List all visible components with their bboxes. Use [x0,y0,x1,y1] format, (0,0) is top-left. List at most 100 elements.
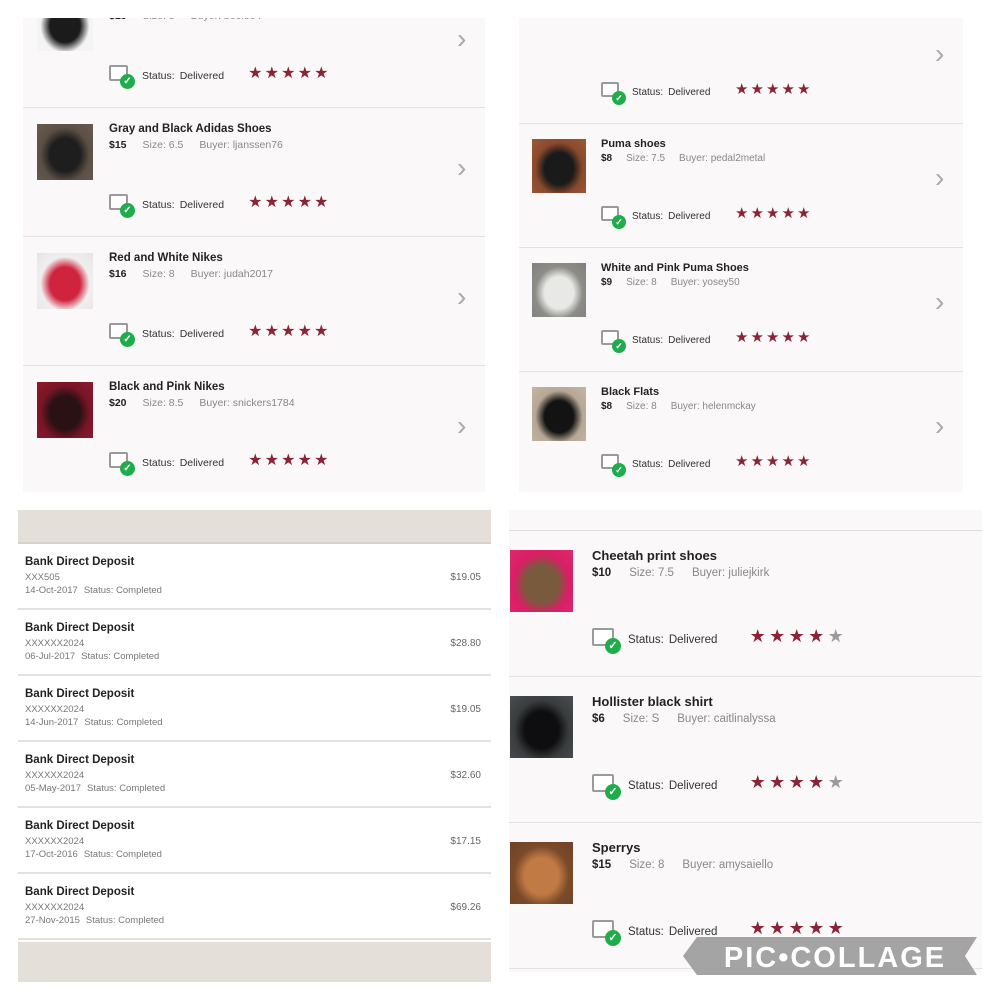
deposit-title: Bank Direct Deposit [25,622,135,634]
star-filled-icon: ★ [788,772,805,792]
star-filled-icon: ★ [808,772,825,792]
sale-item[interactable]: Red and White Nikes $16 Size: 8 Buyer: juda… [23,237,485,366]
deposit-row[interactable]: Bank Direct Deposit XXX505 14-Oct-2017 Stat… [18,544,491,610]
item-size: 6.5 [168,139,184,151]
chevron-right-icon[interactable]: › [935,410,944,442]
item-photo [510,842,573,904]
package-delivered-icon: ✓ [592,628,621,654]
package-delivered-icon: ✓ [592,774,621,800]
star-filled-icon: ★ [781,81,795,98]
item-title: Puma shoes [601,138,666,150]
chevron-right-icon[interactable]: › [935,286,944,318]
deposit-meta: 14-Oct-2017 Status: Completed [25,585,162,596]
status-label: Status: [142,328,175,340]
item-buyer[interactable]: helenmckay [702,401,755,412]
chevron-right-icon[interactable]: › [457,410,466,442]
item-details: $9 Size: 8 Buyer: yosey50 [601,277,740,288]
deposit-row[interactable]: Bank Direct Deposit XXXXXX2024 27-Nov-2015… [18,874,491,940]
delivery-status: ✓ Status: Delivered [592,628,717,654]
rating-stars: ★ ★ ★ ★ ★ [748,772,846,793]
item-buyer[interactable]: yosey50 [702,277,739,288]
chevron-right-icon[interactable]: › [457,281,466,313]
sales-panel-top-right: ✓ Status: Delivered ★ ★ ★ ★ ★ › Puma shoes $8 Size:… [519,18,963,492]
star-filled-icon: ★ [297,323,312,340]
item-details: $8 Size: 8 Buyer: helenmckay [601,401,756,412]
sale-item[interactable]: Cheetah print shoes $10 Size: 7.5 Buyer: ju… [509,531,982,677]
buyer-label: Buyer: [682,859,716,871]
sale-item[interactable]: White and Pink Puma Shoes $9 Size: 8 Buyer:… [519,248,963,372]
sale-item[interactable]: $15 Size: 8 Buyer: booloo4 ✓ Status: Delivere… [23,18,485,108]
star-filled-icon: ★ [750,329,764,346]
sale-item[interactable]: Gray and Black Adidas Shoes $15 Size: 6.5 B… [23,108,485,237]
size-label: Size: [142,139,166,151]
star-empty-icon: ★ [827,772,844,792]
deposit-amount: $19.05 [450,572,481,583]
star-filled-icon: ★ [248,323,263,340]
item-details: $15 Size: 6.5 Buyer: ljanssen76 [109,139,283,151]
item-buyer[interactable]: booloo4 [224,18,261,22]
sale-item[interactable]: Puma shoes $8 Size: 7.5 Buyer: pedal2metal ✓… [519,124,963,248]
item-buyer[interactable]: amysaiello [719,859,773,871]
deposit-row[interactable]: Bank Direct Deposit XXXXXX2024 05-May-2017… [18,742,491,808]
item-buyer[interactable]: juliejkirk [728,567,769,579]
chevron-right-icon[interactable]: › [457,152,466,184]
deposit-status: Status: Completed [84,717,163,728]
sale-item[interactable]: Black and Pink Nikes $20 Size: 8.5 Buyer: s… [23,366,485,492]
item-price: $9 [601,277,613,288]
star-filled-icon: ★ [769,772,786,792]
item-details: $6 Size: S Buyer: caitlinalyssa [592,713,776,725]
star-filled-icon: ★ [766,329,780,346]
buyer-label: Buyer: [191,18,221,22]
star-filled-icon: ★ [735,81,749,98]
delivery-status: ✓ Status: Delivered [109,65,225,89]
item-size: 7.5 [651,153,666,164]
deposit-row[interactable]: Bank Direct Deposit XXXXXX2024 06-Jul-2017… [18,610,491,676]
deposit-title: Bank Direct Deposit [25,820,135,832]
buyer-label: Buyer: [679,153,708,164]
status-value: Delivered [179,70,225,82]
chevron-right-icon[interactable]: › [935,162,944,194]
delivery-status: ✓ Status: Delivered [601,206,710,229]
chevron-right-icon[interactable]: › [935,38,944,70]
star-filled-icon: ★ [297,194,312,211]
star-filled-icon: ★ [735,329,749,346]
item-title: Gray and Black Adidas Shoes [109,123,272,135]
delivery-status: ✓ Status: Delivered [109,323,224,347]
item-details: $10 Size: 7.5 Buyer: juliejkirk [592,567,769,579]
item-buyer[interactable]: snickers1784 [233,397,295,409]
package-delivered-icon: ✓ [109,65,135,89]
item-buyer[interactable]: ljanssen76 [233,139,283,151]
star-filled-icon: ★ [248,65,263,82]
item-buyer[interactable]: pedal2metal [711,153,765,164]
rating-stars: ★ ★ ★ ★ ★ [734,204,812,222]
buyer-label: Buyer: [199,397,230,409]
sales-panel-top-left: $15 Size: 8 Buyer: booloo4 ✓ Status: Delivere… [23,18,485,492]
item-size: 8.5 [168,397,184,409]
status-value: Delivered [668,459,711,470]
item-buyer[interactable]: caitlinalyssa [714,713,776,725]
package-delivered-icon: ✓ [601,454,626,477]
deposit-account: XXXXXX2024 [25,902,85,913]
star-filled-icon: ★ [264,323,279,340]
item-title: Black Flats [601,386,660,398]
size-label: Size: [626,153,649,164]
star-filled-icon: ★ [735,205,749,222]
sale-item[interactable]: Hollister black shirt $6 Size: S Buyer: cai… [509,677,982,823]
chevron-right-icon[interactable]: › [457,23,466,55]
item-buyer[interactable]: judah2017 [224,268,273,280]
deposit-row[interactable]: Bank Direct Deposit XXXXXX2024 14-Jun-2017… [18,676,491,742]
package-delivered-icon: ✓ [601,206,626,229]
deposits-header-bar [18,510,491,544]
item-details: $16 Size: 8 Buyer: judah2017 [109,268,273,280]
item-details: $8 Size: 7.5 Buyer: pedal2metal [601,153,765,164]
item-price: $15 [592,859,612,871]
item-photo [37,382,93,438]
deposit-row[interactable]: Bank Direct Deposit XXXXXX2024 17-Oct-2016… [18,808,491,874]
sale-item[interactable]: Black Flats $8 Size: 8 Buyer: helenmckay ✓ St… [519,372,963,492]
star-empty-icon: ★ [827,626,844,646]
sale-item[interactable]: ✓ Status: Delivered ★ ★ ★ ★ ★ › [519,18,963,124]
deposit-title: Bank Direct Deposit [25,886,135,898]
buyer-label: Buyer: [677,713,711,725]
rating-stars: ★ ★ ★ ★ ★ [734,80,812,98]
item-size: 7.5 [657,567,674,579]
